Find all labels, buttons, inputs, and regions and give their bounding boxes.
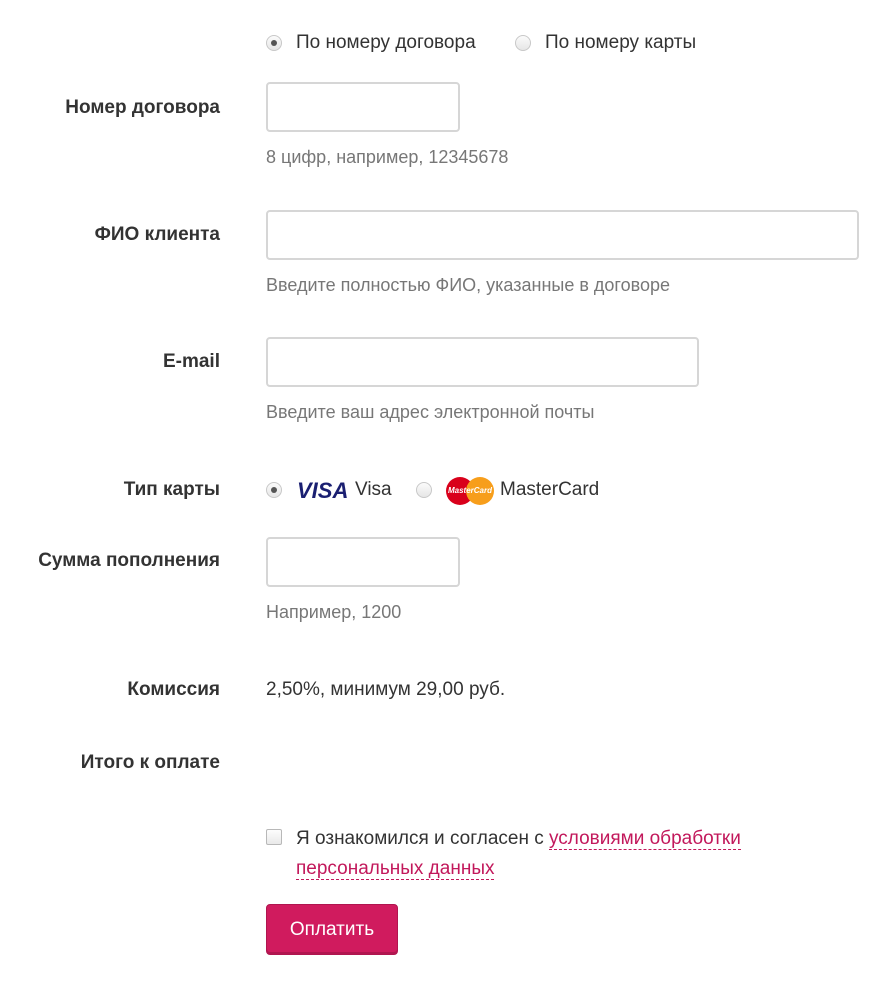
radio-mastercard-label[interactable]: MasterCard bbox=[500, 478, 599, 502]
agreement-text-prefix: Я ознакомился и согласен с bbox=[296, 828, 550, 849]
radio-visa[interactable] bbox=[266, 482, 282, 498]
radio-by-card[interactable] bbox=[515, 35, 531, 51]
visa-logo-icon: VISA bbox=[297, 478, 349, 503]
radio-visa-label[interactable]: Visa bbox=[355, 478, 392, 502]
contract-number-input[interactable] bbox=[266, 82, 460, 132]
agreement-text: Я ознакомился и согласен с условиями обр… bbox=[296, 824, 836, 884]
client-name-hint: Введите полностью ФИО, указанные в догов… bbox=[266, 275, 670, 295]
commission-value: 2,50%, минимум 29,00 руб. bbox=[266, 679, 506, 700]
total-label: Итого к оплате bbox=[80, 752, 220, 773]
contract-number-label: Номер договора bbox=[65, 97, 220, 118]
agreement-checkbox[interactable] bbox=[266, 829, 282, 845]
mastercard-logo-icon: MasterCard bbox=[446, 477, 494, 505]
email-input[interactable] bbox=[266, 337, 699, 387]
amount-label: Сумма пополнения bbox=[38, 550, 220, 571]
pay-button[interactable]: Оплатить bbox=[266, 904, 398, 955]
client-name-label: ФИО клиента bbox=[94, 224, 220, 245]
email-hint: Введите ваш адрес электронной почты bbox=[266, 402, 595, 422]
client-name-input[interactable] bbox=[266, 210, 859, 260]
radio-by-contract-label[interactable]: По номеру договора bbox=[296, 31, 476, 55]
email-label: E-mail bbox=[162, 351, 220, 372]
radio-by-card-label[interactable]: По номеру карты bbox=[545, 31, 696, 55]
radio-by-contract[interactable] bbox=[266, 35, 282, 51]
amount-input[interactable] bbox=[266, 537, 460, 587]
contract-number-hint: 8 цифр, например, 12345678 bbox=[266, 147, 509, 167]
mastercard-logo-text: MasterCard bbox=[447, 486, 492, 495]
amount-hint: Например, 1200 bbox=[266, 602, 402, 622]
commission-label: Комиссия bbox=[127, 679, 220, 700]
card-type-label: Тип карты bbox=[123, 479, 220, 500]
radio-mastercard[interactable] bbox=[416, 482, 432, 498]
